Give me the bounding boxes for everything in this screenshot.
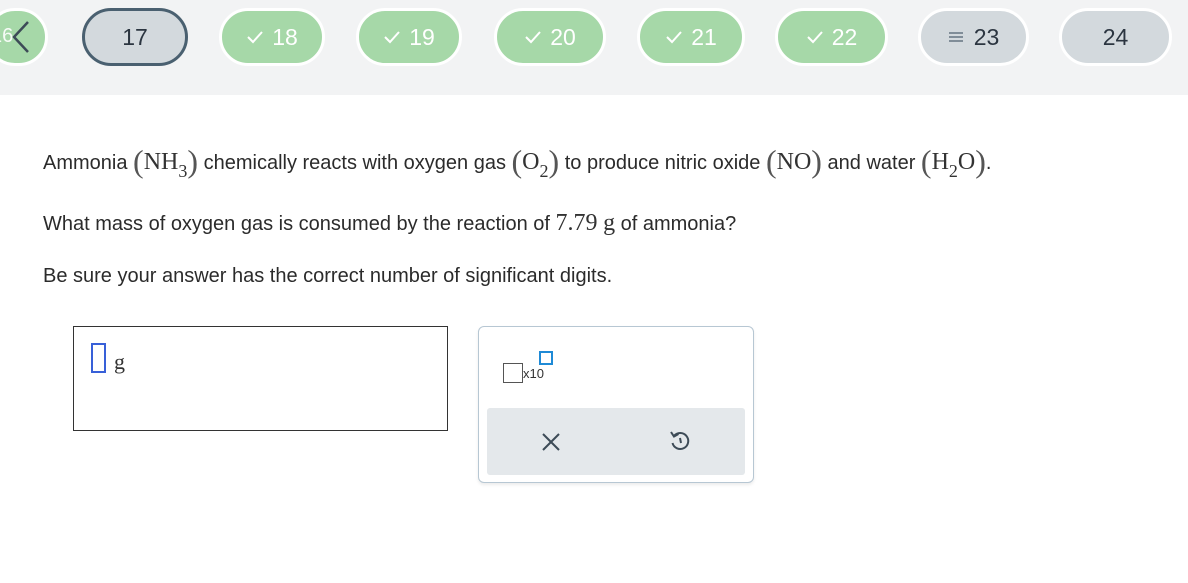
question-button-22[interactable]: 22: [775, 8, 888, 66]
previous-question-button[interactable]: 16: [0, 8, 48, 66]
statement-text: to produce nitric oxide: [564, 152, 761, 174]
ammonia-mass-unit: g: [603, 210, 616, 236]
question-prompt: What mass of oxygen gas is consumed by t…: [43, 210, 737, 236]
checkmark-icon: [383, 30, 401, 44]
answer-unit: g: [114, 349, 125, 374]
nitric-oxide-formula: NO: [776, 149, 812, 175]
undo-button[interactable]: [665, 426, 695, 456]
question-button-24[interactable]: 24: [1059, 8, 1172, 66]
question-button-17[interactable]: 17: [82, 8, 188, 66]
question-number: 24: [1102, 23, 1129, 50]
clear-button[interactable]: [537, 428, 565, 456]
question-number: 19: [409, 23, 435, 50]
question-statement: Ammonia (NH3) chemically reacts with oxy…: [43, 143, 992, 181]
question-button-18[interactable]: 18: [219, 8, 325, 66]
question-number: 22: [831, 23, 858, 50]
statement-text: Ammonia: [43, 152, 128, 174]
answer-input-field[interactable]: [91, 343, 106, 373]
oxygen-formula: O2: [522, 149, 549, 181]
checkmark-icon: [246, 30, 264, 44]
question-navigation-bar: 16 17 18 19 20 21 22: [0, 0, 1188, 95]
answer-input-area[interactable]: g: [73, 326, 448, 431]
water-formula: H2O: [931, 149, 976, 181]
close-icon: [542, 433, 560, 451]
ammonia-formula: NH3: [143, 149, 188, 181]
times-ten-label: x10: [523, 366, 544, 381]
statement-text: and water: [827, 152, 916, 174]
mantissa-box-icon: [503, 363, 523, 383]
question-button-20[interactable]: 20: [494, 8, 606, 66]
significant-digits-note: Be sure your answer has the correct numb…: [43, 265, 613, 287]
question-number: 20: [550, 23, 576, 50]
chevron-left-icon: [12, 21, 29, 53]
question-button-19[interactable]: 19: [356, 8, 462, 66]
question-number: 23: [973, 23, 1000, 50]
statement-text: chemically reacts with oxygen gas: [203, 152, 506, 174]
checkmark-icon: [806, 30, 824, 44]
checkmark-icon: [524, 30, 542, 44]
scientific-notation-button[interactable]: x10: [503, 351, 555, 387]
exponent-box-icon: [539, 351, 553, 365]
math-tool-palette: x10: [478, 326, 754, 483]
question-button-21[interactable]: 21: [637, 8, 745, 66]
question-number: 18: [272, 23, 298, 50]
partial-progress-icon: [948, 31, 964, 43]
question-number: 17: [122, 23, 148, 50]
palette-action-bar: [487, 408, 745, 475]
question-number: 21: [691, 23, 717, 50]
undo-icon: [670, 431, 690, 450]
checkmark-icon: [665, 30, 683, 44]
question-button-23[interactable]: 23: [918, 8, 1029, 66]
previous-question-number: 16: [0, 25, 14, 47]
ammonia-mass-value: 7.79: [555, 210, 598, 236]
